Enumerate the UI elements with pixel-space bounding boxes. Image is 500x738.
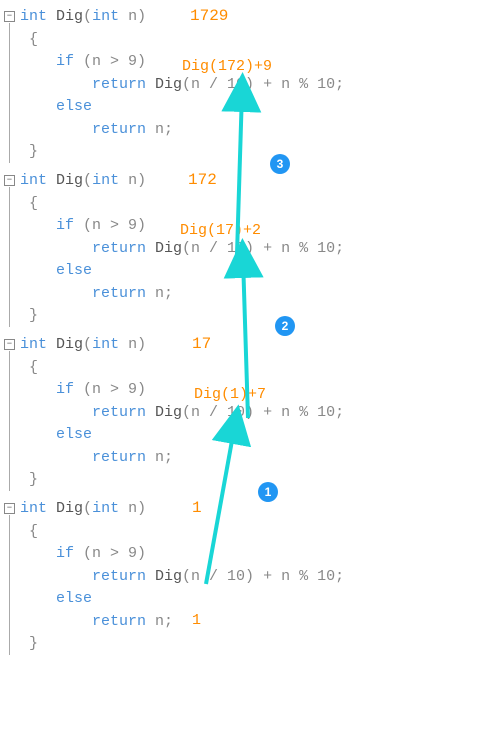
fold-icon[interactable]: − xyxy=(4,11,15,22)
call-annotation-0: Dig(172)+9 xyxy=(182,56,272,79)
type-keyword: int xyxy=(20,8,47,25)
fn-name: Dig xyxy=(56,8,83,25)
code-trace-container: − int Dig(int n) { if (n > 9) return Dig… xyxy=(0,0,500,660)
call-annotation-2: Dig(1)+7 xyxy=(194,384,266,407)
step-badge-2: 2 xyxy=(275,316,295,336)
fold-icon[interactable]: − xyxy=(4,175,15,186)
result-annotation-3: 1 xyxy=(192,610,201,633)
value-annotation-1: 172 xyxy=(188,168,217,192)
fold-icon[interactable]: − xyxy=(4,503,15,514)
code-block-2: − int Dig(int n) { if (n > 9) return Dig… xyxy=(0,334,500,492)
code-block-0: − int Dig(int n) { if (n > 9) return Dig… xyxy=(0,6,500,164)
call-annotation-1: Dig(17)+2 xyxy=(180,220,261,243)
code-block-3: − int Dig(int n) { if (n > 9) return Dig… xyxy=(0,498,500,656)
value-annotation-3: 1 xyxy=(192,496,202,520)
value-annotation-2: 17 xyxy=(192,332,211,356)
code-block-1: − int Dig(int n) { if (n > 9) return Dig… xyxy=(0,170,500,328)
value-annotation-0: 1729 xyxy=(190,4,228,28)
fold-icon[interactable]: − xyxy=(4,339,15,350)
